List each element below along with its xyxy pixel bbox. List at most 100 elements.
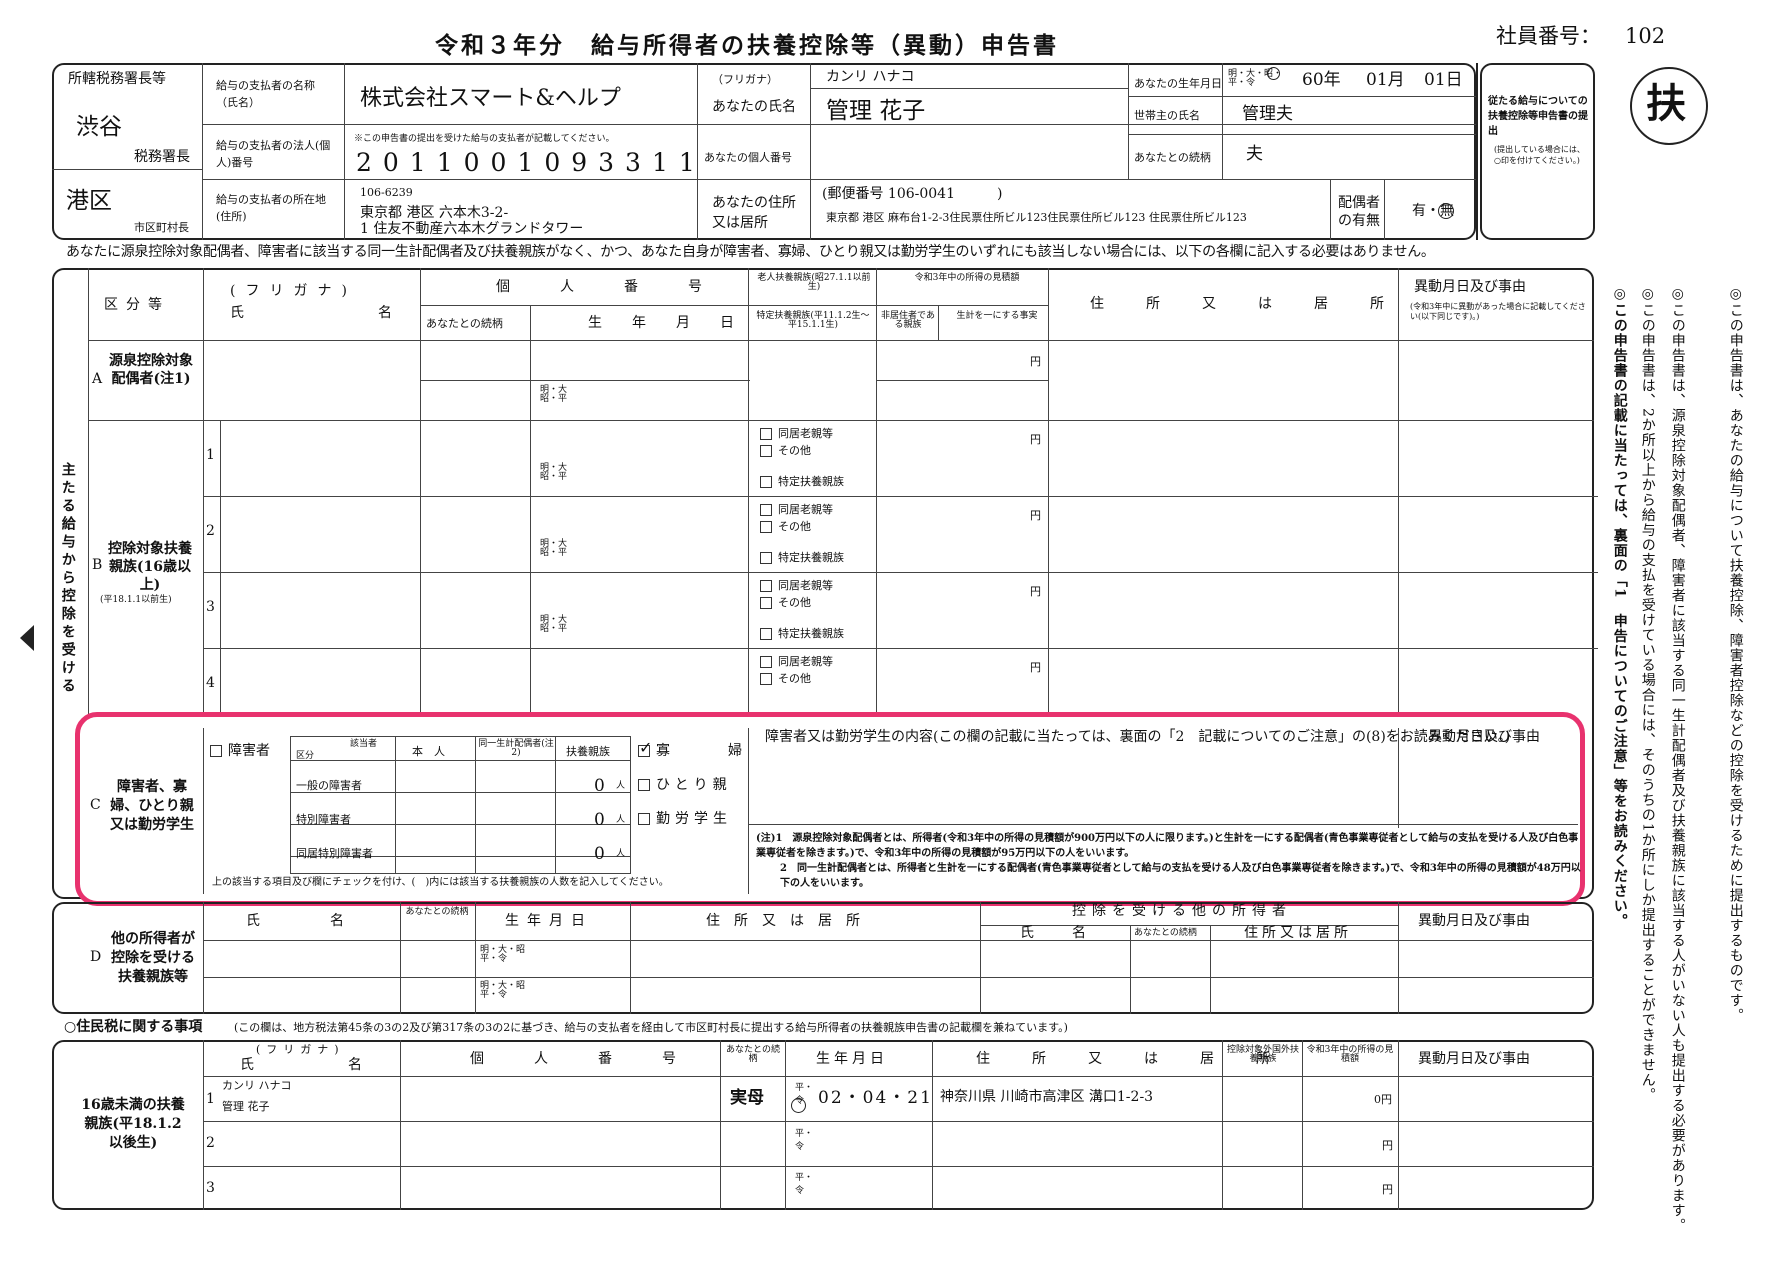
right-note-4: ◎この申告書の記載に当たっては、裏面の「1 申告についてのご注意」等をお読みくだ… <box>1611 286 1628 929</box>
resident-row2-num: 2 <box>206 1135 215 1151</box>
submit-box-title: 従たる給与についての扶養控除等申告書の提出 <box>1488 96 1588 137</box>
row-b2-num: 2 <box>206 523 215 539</box>
address-label: あなたの住所又は居所 <box>712 195 796 231</box>
col-ido-note: (令和3年中に異動があった場合に記載してください(以下同じです)。) <box>1410 302 1586 322</box>
right-note-1: ◎この申告書は、あなたの給与について扶養控除、障害者控除などの控除を受けるために… <box>1727 286 1744 1023</box>
c-kafu[interactable]: ✓ 寡 婦 <box>638 740 764 758</box>
c-nin3: 人 <box>616 849 626 859</box>
c-gaito: 該当者 <box>350 739 378 749</box>
resident-row3-num: 3 <box>206 1180 215 1196</box>
resident-row1-num: 1 <box>206 1091 215 1107</box>
applicant-address: 東京都 港区 麻布台1-2-3住民票住所ビル123住民票住所ビル123 住民票住… <box>826 211 1247 224</box>
birth-month: 01月 <box>1366 70 1405 90</box>
child-kana: カンリ ハナコ <box>222 1079 292 1092</box>
right-note-3: ◎この申告書は、2か所以上から給与の支払を受けている場合には、そのうちの1か所に… <box>1639 286 1656 1103</box>
furigana-label: （フリガナ） <box>712 73 778 86</box>
payer-no: 2011001093311 <box>356 148 706 177</box>
payer-addr2: 1 住友不動産六本木グランドタワー <box>360 221 584 237</box>
c-doukyo-tokubetsu: 同居特別障害者 <box>296 847 373 860</box>
city: 港区 <box>66 188 112 214</box>
tax-office: 渋谷 <box>76 114 122 140</box>
row-a-letter: A <box>92 371 103 387</box>
c-ippan: 一般の障害者 <box>296 779 362 792</box>
b3-sonota: その他 <box>760 597 811 609</box>
resident-mitsumori: 令和3年中の所得の見積額 <box>1306 1045 1394 1064</box>
resident-birth: 生年月日 <box>816 1051 888 1067</box>
householder: 管理夫 <box>1242 104 1293 124</box>
resident-kojin: 個 人 番 号 <box>470 1051 694 1067</box>
householder-label: 世帯主の氏名 <box>1134 109 1200 122</box>
relation: 夫 <box>1246 144 1263 164</box>
c-nin1: 人 <box>616 781 626 791</box>
c-hitorioya[interactable]: ひとり親 <box>638 778 732 792</box>
child-birth: 02・04・21 <box>818 1088 933 1108</box>
c-naiyo: 障害者又は勤労学生の内容(この欄の記載に当たっては、裏面の「2 記載についてのご… <box>765 729 1511 745</box>
b2-era: 明・大昭・平 <box>540 539 568 558</box>
col-ido: 異動月日及び事由 <box>1414 279 1526 295</box>
d-jusho: 住所又は居所 <box>706 913 874 929</box>
d-letter: D <box>90 949 102 965</box>
row-b-letter: B <box>92 557 103 573</box>
col-rojin: 老人扶養親族(昭27.1.1以前生) <box>757 273 871 292</box>
d-birth: 生年月日 <box>505 913 593 929</box>
child-name: 管理 花子 <box>222 1100 270 1113</box>
resident-label: 16歳未満の扶養親族(平18.1.2以後生) <box>81 1097 185 1151</box>
col-tokutei: 特定扶養親族(平11.1.2生〜平15.1.1生) <box>756 311 870 330</box>
left-arrow-icon <box>20 625 34 651</box>
d-shimei: 氏 名 <box>246 913 358 929</box>
b2-sonota: その他 <box>760 521 811 533</box>
b1-doukyo: 同居老親等 <box>760 428 833 440</box>
right-note-2: ◎この申告書は、源泉控除対象配偶者、障害者に該当する同一生計配偶者及び扶養親族に… <box>1669 286 1686 1233</box>
furigana: カンリ ハナコ <box>826 69 915 85</box>
col-furigana: (フリガナ) <box>230 283 357 299</box>
child-income: 0円 <box>1374 1093 1392 1106</box>
resident-title: ○住民税に関する事項 <box>64 1019 203 1035</box>
row-a-era: 明・大昭・平 <box>540 385 568 404</box>
payer-zip: 106-6239 <box>360 186 413 199</box>
name-label: あなたの氏名 <box>712 99 796 115</box>
c-count-ippan: 0 <box>594 776 605 796</box>
b3-doukyo: 同居老親等 <box>760 580 833 592</box>
row-b-label: 控除対象扶養親族(16歳以上) <box>108 541 192 594</box>
c-letter: C <box>90 797 101 813</box>
col-shotoku: 令和3年中の所得の見積額 <box>914 273 1020 283</box>
resident-note: (この欄は、地方税法第45条の3の2及び第317条の3の2に基づき、給与の支払者… <box>234 1021 1068 1034</box>
b4-doukyo: 同居老親等 <box>760 656 833 668</box>
d-other-zoku: あなたとの続柄 <box>1134 928 1197 938</box>
resident-shimei: 氏 名 <box>240 1057 402 1073</box>
c-kinro[interactable]: 勤労学生 <box>638 812 732 826</box>
spouse-label: 配偶者の有無 <box>1338 195 1380 230</box>
row3-era: 平・令 <box>795 1173 814 1196</box>
col-jusho: 住 所 又 は 居 所 <box>1090 296 1398 312</box>
b3-era: 明・大昭・平 <box>540 615 568 634</box>
zip-line: (郵便番号 106-0041 ) <box>822 186 1003 202</box>
submit-box-note: (提出している場合には、○印を付けてください。) <box>1494 145 1585 166</box>
c-ido: 異動月日及び事由 <box>1428 729 1540 745</box>
col-birth: 生 年 月 日 <box>588 315 742 331</box>
payer-name-label: 給与の支払者の名称（氏名） <box>216 79 315 109</box>
notice: あなたに源泉控除対象配偶者、障害者に該当する同一生計配偶者及び扶養親族がなく、か… <box>66 244 1435 260</box>
applicant-name: 管理 花子 <box>826 98 926 124</box>
payer-addr-label: 給与の支払者の所在地(住所) <box>216 193 326 223</box>
c-shogaisha[interactable]: 障害者 <box>210 744 270 758</box>
payer-name: 株式会社スマート&ヘルプ <box>360 86 621 111</box>
col-shimei: 氏 名 <box>230 305 452 321</box>
tax-office-label: 所轄税務署長等 <box>68 71 166 87</box>
spouse-circle <box>1438 203 1454 219</box>
tax-office-suffix: 税務署長 <box>134 149 190 165</box>
c-label: 障害者、寡婦、ひとり親又は勤労学生 <box>110 779 194 833</box>
side-label: 主たる給与から控除を受ける <box>59 462 76 696</box>
resident-kokugai: 控除対象外国外扶養親族 <box>1226 1045 1299 1064</box>
b2-yen: 円 <box>1030 509 1041 522</box>
city-suffix: 市区町村長 <box>134 221 189 234</box>
c-fuyo: 扶養親族 <box>566 745 610 758</box>
c-honnin: 本 人 <box>412 745 445 758</box>
child-era-circle <box>791 1098 806 1113</box>
c-tokubetsu: 特別障害者 <box>296 813 351 826</box>
b2-tokutei: 特定扶養親族 <box>760 552 844 564</box>
d-zokugara: あなたとの続柄 <box>405 907 469 917</box>
d-label: 他の所得者が控除を受ける扶養親族等 <box>111 931 195 985</box>
b3-tokutei: 特定扶養親族 <box>760 628 844 640</box>
c-note1: (注)1 源泉控除対象配偶者とは、所得者(令和3年中の所得の見積額が900万円以… <box>756 833 1579 859</box>
c-kubun: 区分 <box>296 751 315 761</box>
